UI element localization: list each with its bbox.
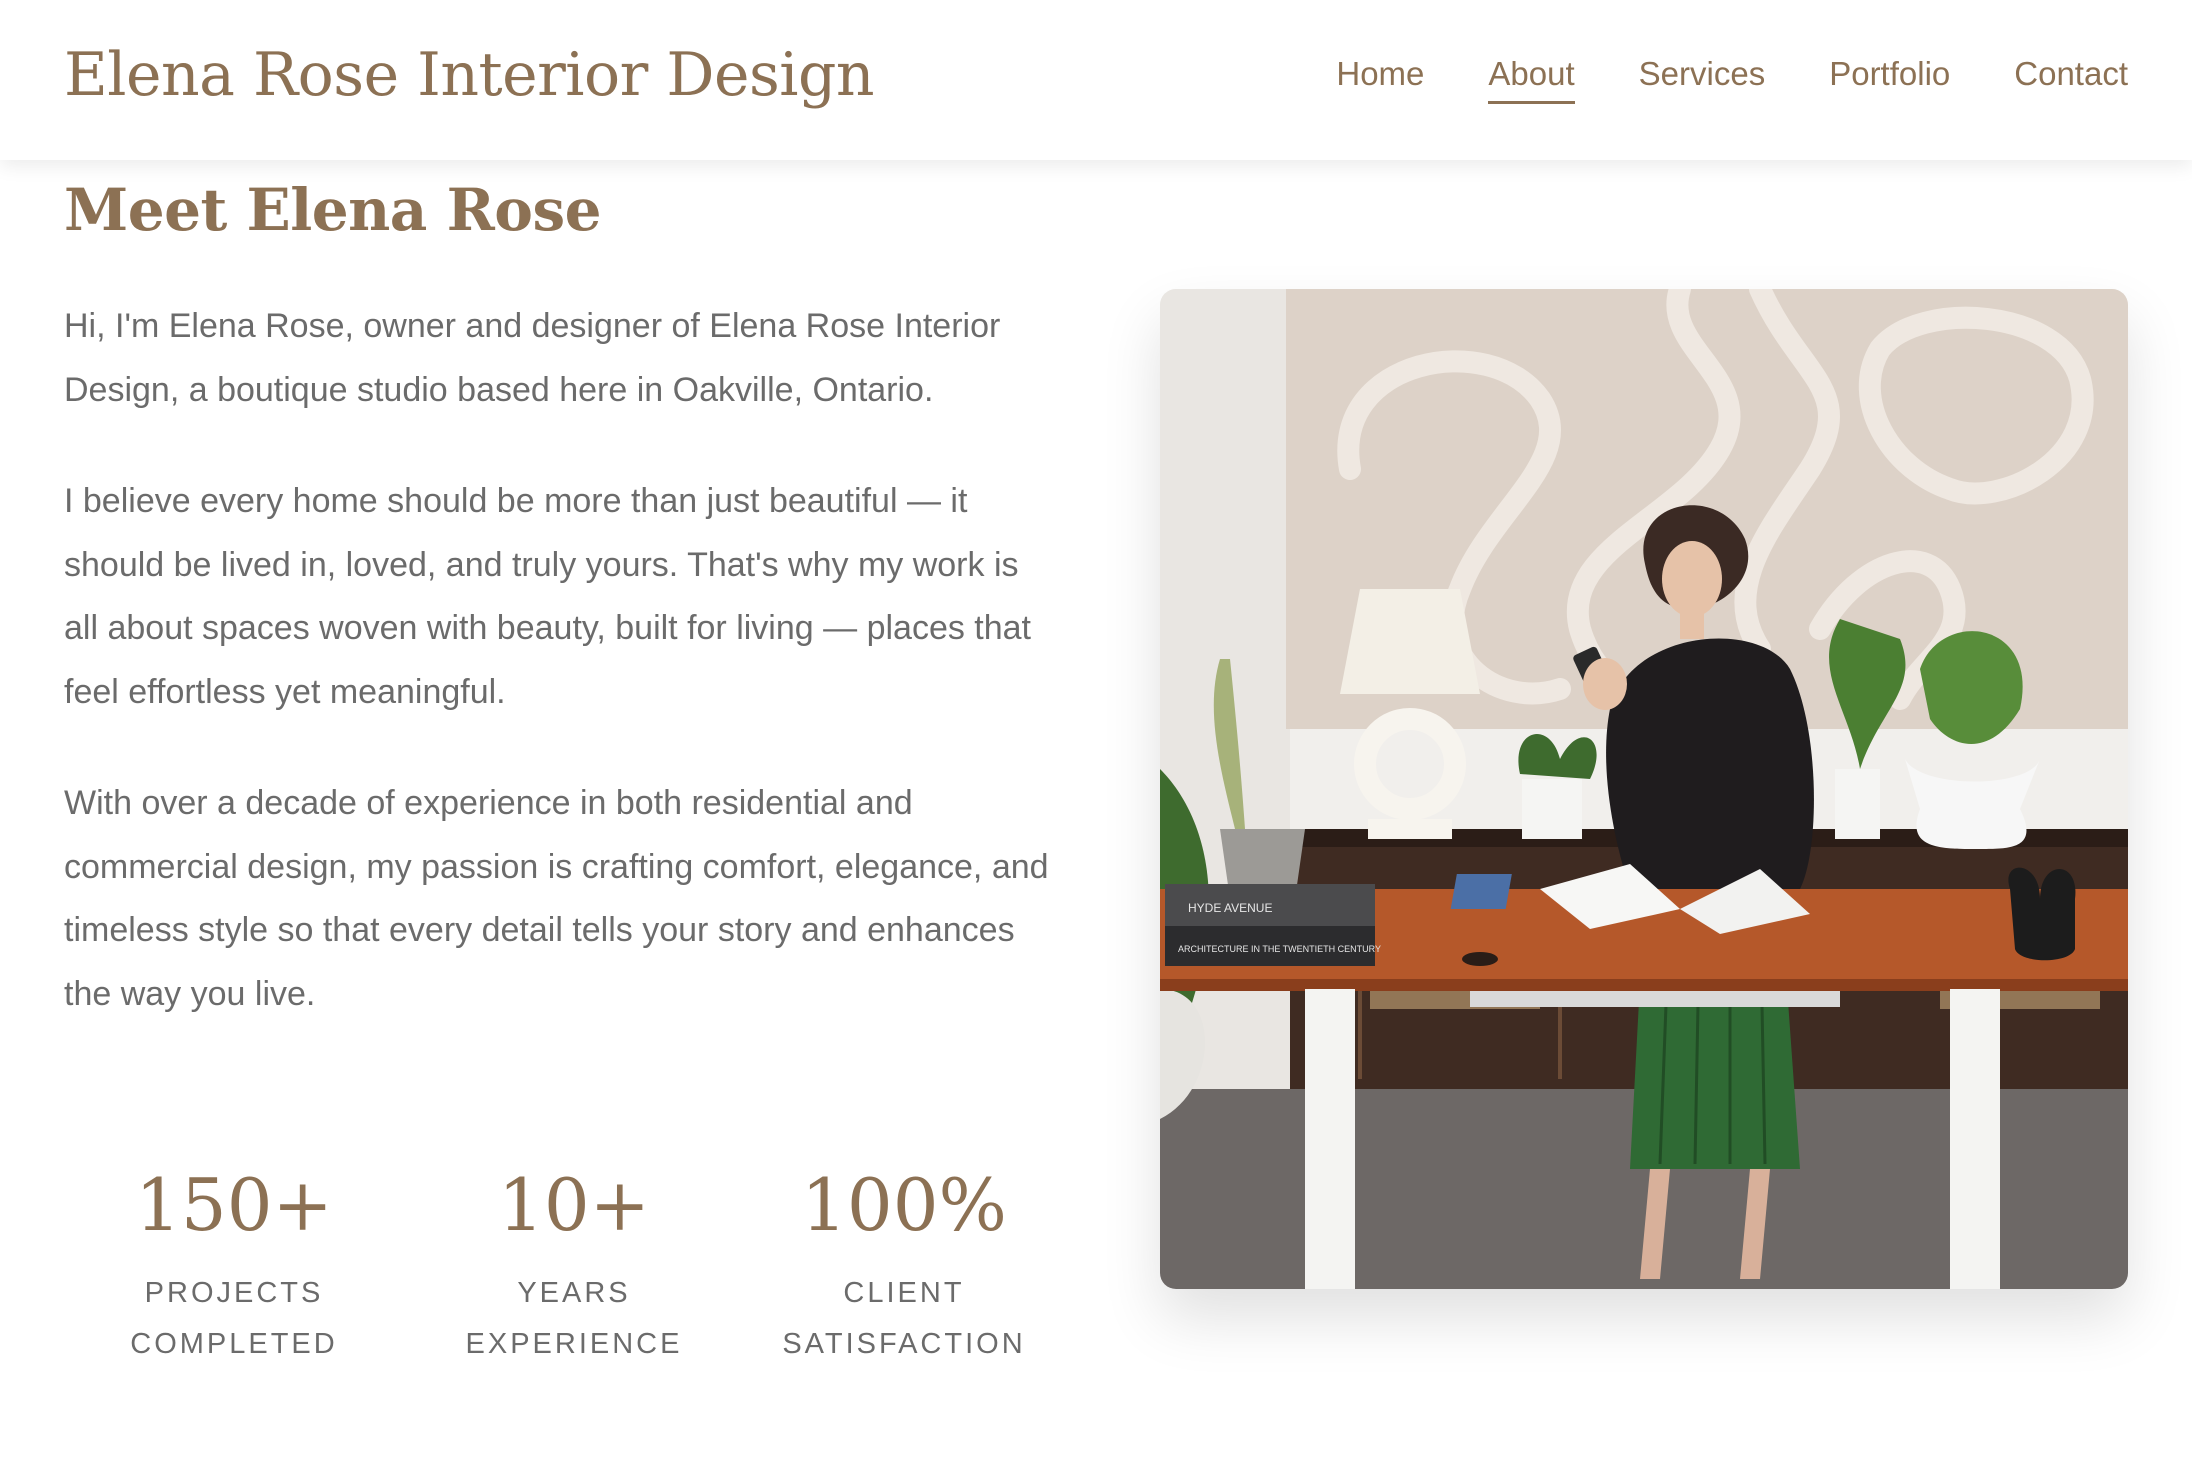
stat-label: PROJECTS COMPLETED xyxy=(104,1268,364,1370)
stat-label: YEARS EXPERIENCE xyxy=(444,1268,704,1370)
bio-text: Hi, I'm Elena Rose, owner and designer o… xyxy=(64,295,1049,1074)
nav-about[interactable]: About xyxy=(1488,55,1575,104)
lamp-shade xyxy=(1340,589,1480,694)
designer-photo-illustration: HYDE AVENUE ARCHITECTURE IN THE TWENTIET… xyxy=(1160,289,2128,1289)
stat-value: 150+ xyxy=(135,1163,333,1247)
book-label-architecture: ARCHITECTURE IN THE TWENTIETH CENTURY xyxy=(1178,944,1381,954)
bio-paragraph-philosophy: I believe every home should be more than… xyxy=(64,482,1032,711)
stat-value: 10+ xyxy=(498,1163,650,1247)
stat-label: CLIENT SATISFACTION xyxy=(759,1268,1049,1370)
nav-portfolio[interactable]: Portfolio xyxy=(1829,55,1950,104)
stat-label-line: YEARS xyxy=(517,1277,631,1309)
stat-label-line: COMPLETED xyxy=(130,1328,338,1360)
site-header: Elena Rose Interior Design Home About Se… xyxy=(0,0,2192,160)
stat-value: 100% xyxy=(801,1163,1007,1247)
page-title: Meet Elena Rose xyxy=(64,176,602,244)
stat-projects: 150+ PROJECTS COMPLETED xyxy=(104,1150,364,1370)
nav-home[interactable]: Home xyxy=(1336,55,1424,104)
nav-services[interactable]: Services xyxy=(1639,55,1766,104)
main-nav: Home About Services Portfolio Contact xyxy=(1336,55,2128,104)
stat-label-line: SATISFACTION xyxy=(782,1328,1026,1360)
bio-paragraph-intro: Hi, I'm Elena Rose, owner and designer o… xyxy=(64,307,1001,409)
stat-years: 10+ YEARS EXPERIENCE xyxy=(444,1150,704,1370)
woman-blazer xyxy=(1606,638,1814,889)
brand-logo[interactable]: Elena Rose Interior Design xyxy=(64,40,875,110)
stat-label-line: EXPERIENCE xyxy=(465,1328,683,1360)
stat-satisfaction: 100% CLIENT SATISFACTION xyxy=(759,1150,1049,1370)
nav-contact[interactable]: Contact xyxy=(2014,55,2128,104)
stat-label-line: PROJECTS xyxy=(144,1277,324,1309)
book-label-hyde: HYDE AVENUE xyxy=(1188,901,1272,915)
designer-photo: HYDE AVENUE ARCHITECTURE IN THE TWENTIET… xyxy=(1160,289,2128,1289)
stat-label-line: CLIENT xyxy=(843,1277,965,1309)
stats-section: 150+ PROJECTS COMPLETED 10+ YEARS EXPERI… xyxy=(64,1150,1024,1390)
bio-paragraph-experience: With over a decade of experience in both… xyxy=(64,784,1049,1013)
